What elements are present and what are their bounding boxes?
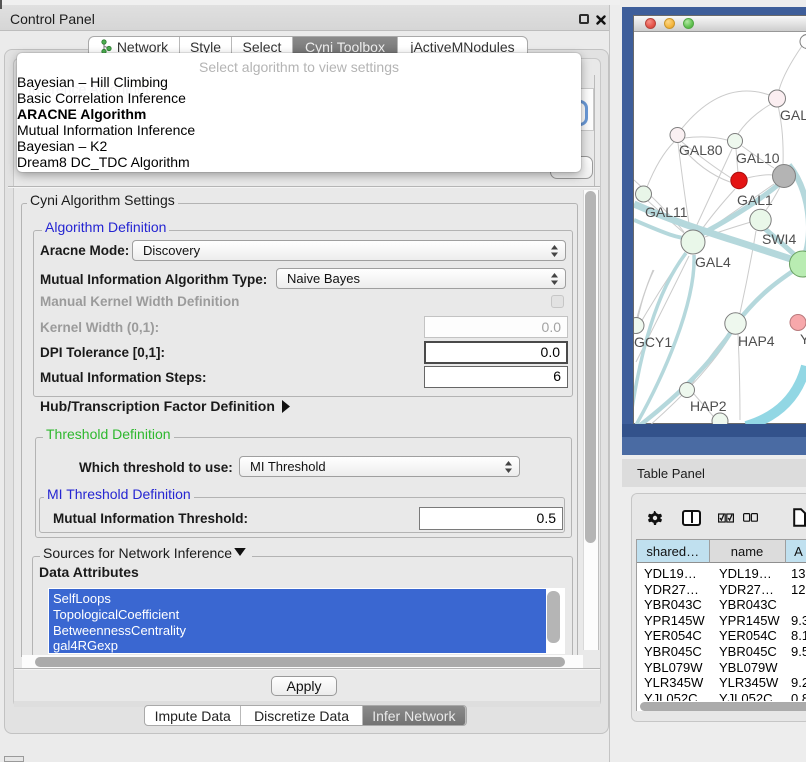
svg-text:Y: Y xyxy=(800,331,806,347)
svg-text:GCY1: GCY1 xyxy=(634,334,672,350)
svg-text:SWI4: SWI4 xyxy=(762,231,796,247)
svg-text:HAP4: HAP4 xyxy=(738,333,775,349)
svg-text:GAL80: GAL80 xyxy=(679,142,723,158)
svg-text:GAL4: GAL4 xyxy=(695,254,731,270)
svg-text:GAL10: GAL10 xyxy=(736,150,780,166)
svg-text:GAL11: GAL11 xyxy=(645,204,688,220)
svg-text:GAL: GAL xyxy=(780,107,806,123)
svg-text:HAP2: HAP2 xyxy=(690,398,727,414)
svg-text:GAL1: GAL1 xyxy=(737,192,773,208)
